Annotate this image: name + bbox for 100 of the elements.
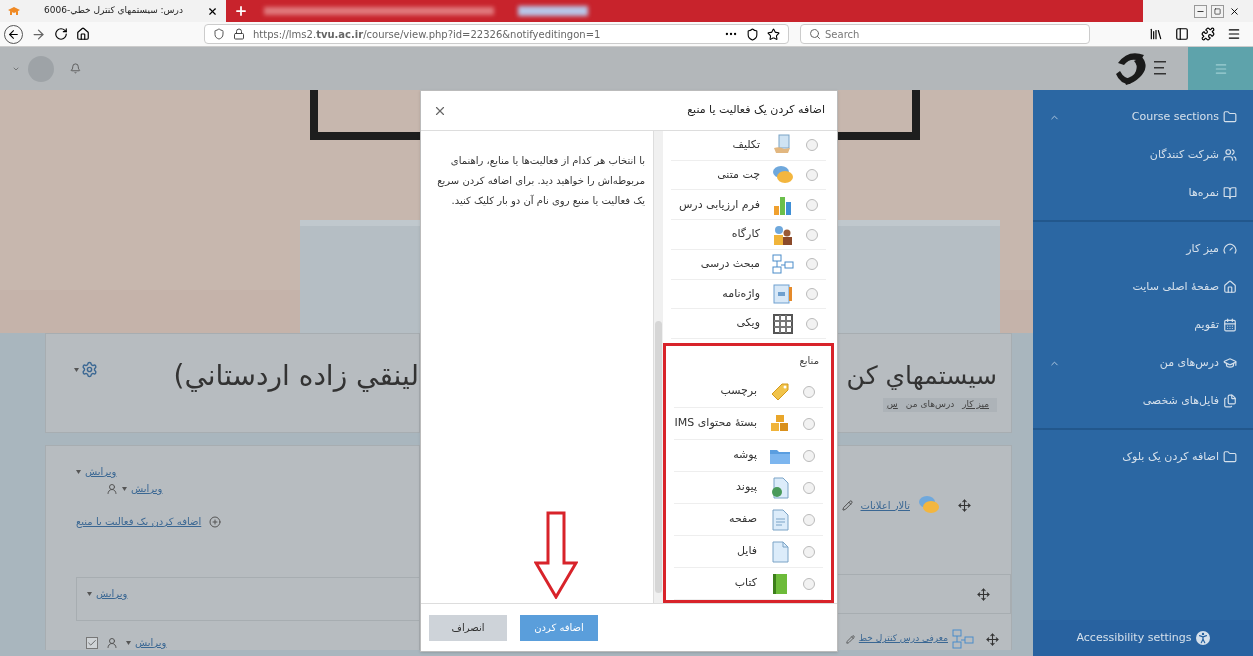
puzzle-icon[interactable] [1201, 27, 1215, 41]
option-label[interactable]: واژه‌نامه [722, 285, 760, 303]
section-heading: منابع [799, 354, 820, 369]
option-label[interactable]: پوشه [733, 447, 757, 464]
url-field[interactable]: https://lms2.tvu.ac.ir/course/view.php?id=22326&notifyeditingon=1 [204, 24, 789, 44]
user-icon [106, 482, 118, 495]
move-icon[interactable] [986, 632, 999, 646]
new-tab-icon[interactable] [234, 4, 248, 18]
user-icon [106, 636, 118, 649]
option-label[interactable]: مبحث درسی [700, 256, 760, 273]
accessibility-bar[interactable]: Accessibility settings [1033, 620, 1253, 656]
shield-icon[interactable] [746, 27, 759, 41]
reload-icon[interactable] [54, 27, 68, 41]
folder-icon [1223, 110, 1237, 124]
dialog-title: اضافه کردن یک فعالیت یا منبع [687, 102, 825, 119]
pencil-icon[interactable] [845, 634, 855, 644]
radio-button[interactable] [803, 385, 815, 398]
radio-button[interactable] [803, 513, 815, 526]
caret-icon [74, 367, 79, 372]
radio-button[interactable] [803, 481, 815, 494]
shield-icon [213, 28, 225, 40]
radio-button[interactable] [806, 317, 818, 330]
lock-icon [233, 28, 245, 40]
radio-button[interactable] [803, 577, 815, 590]
home-icon [1223, 280, 1237, 294]
move-icon[interactable] [977, 587, 990, 601]
blurred-tab[interactable] [518, 6, 588, 16]
radio-button[interactable] [806, 228, 818, 241]
radio-button[interactable] [803, 449, 815, 462]
menu-button[interactable] [1188, 47, 1253, 90]
radio-button[interactable] [806, 198, 818, 211]
option-label[interactable]: تکلیف [732, 137, 760, 154]
calendar-icon [1223, 318, 1237, 332]
scrollbar[interactable] [653, 131, 663, 603]
favicon-icon [8, 6, 20, 16]
close-icon[interactable] [207, 5, 218, 17]
option-label[interactable]: کارگاه [731, 226, 760, 243]
radio-button[interactable] [806, 139, 818, 152]
radio-button[interactable] [806, 258, 818, 271]
settings-icon[interactable] [81, 361, 98, 378]
home-icon[interactable] [76, 27, 90, 41]
edit-menu-link[interactable]: ویرایش [131, 481, 163, 496]
star-icon[interactable] [767, 27, 780, 41]
caret-icon [122, 486, 127, 491]
option-label[interactable]: صفحه [729, 511, 757, 528]
option-label[interactable]: برچسب [720, 383, 757, 400]
menu-icon[interactable] [1227, 27, 1241, 41]
tab-title: درس: سيستمهاي كنترل خطي-6006 [44, 4, 183, 18]
cancel-button[interactable]: انصراف [429, 614, 507, 641]
breadcrumb-link[interactable]: س [886, 398, 898, 412]
add-button[interactable]: اضافه کردن [520, 614, 598, 641]
library-icon[interactable] [1149, 27, 1163, 41]
sidebar-item[interactable]: فایل‌های شخصی [1142, 392, 1237, 410]
radio-button[interactable] [803, 417, 815, 430]
pencil-icon[interactable] [841, 499, 853, 511]
people-icon [772, 223, 794, 246]
folder-icon [1223, 450, 1237, 464]
bell-icon[interactable] [70, 63, 81, 74]
forum-link[interactable]: تالار اعلانات [860, 497, 910, 513]
option-label[interactable]: کتاب [734, 575, 757, 592]
caret-icon [76, 469, 81, 474]
search-input[interactable]: Search [825, 26, 1081, 42]
sidebar-item[interactable]: شرکت کنندگان [1149, 146, 1237, 164]
sidebar-item[interactable]: نمره‌ها [1188, 184, 1237, 202]
activity-link[interactable]: معرفی درس کنترل خط [858, 632, 948, 646]
option-label[interactable]: فایل [737, 543, 757, 560]
forward-icon[interactable] [31, 26, 46, 42]
option-label[interactable]: فرم ارزیابی درس [678, 196, 760, 214]
option-label[interactable]: بستهٔ محتوای IMS [674, 415, 757, 432]
radio-button[interactable] [806, 169, 818, 182]
sidebar-item[interactable]: صفحهٔ اصلی سایت [1132, 278, 1237, 296]
search-field[interactable]: Search [800, 24, 1090, 44]
option-label[interactable]: چت متنی [717, 166, 760, 184]
option-label[interactable]: ویکی [736, 315, 760, 332]
radio-button[interactable] [803, 545, 815, 558]
add-icon[interactable] [209, 515, 222, 528]
browser-tab[interactable]: درس: سيستمهاي كنترل خطي-6006 [0, 0, 226, 22]
edit-menu-link[interactable]: ویرایش [135, 635, 167, 650]
radio-button[interactable] [806, 287, 818, 300]
course-title: سيستمهاي كن [846, 360, 997, 392]
sidebar-item[interactable]: Course sections [1131, 108, 1237, 126]
minimize-icon[interactable] [1194, 4, 1207, 18]
edit-menu-link[interactable]: ویرایش [96, 586, 128, 601]
puzzle-grid-icon [772, 312, 794, 335]
add-activity-link[interactable]: اضافه کردن یک فعالیت یا منبع [76, 514, 202, 529]
check-icon [87, 637, 97, 648]
checkbox[interactable] [86, 636, 98, 649]
sidebar-item[interactable]: تقویم [1194, 316, 1237, 334]
sidebar-item[interactable]: اضافه کردن یک بلوک [1122, 448, 1237, 466]
sidebar-item[interactable]: میز کار [1186, 240, 1237, 258]
breadcrumb-link[interactable]: ميز كار [962, 398, 989, 412]
edit-menu-link[interactable]: ویرایش [85, 464, 117, 479]
menu-icon [1213, 61, 1228, 76]
sidebar-icon[interactable] [1175, 27, 1189, 41]
caret-icon [126, 640, 131, 645]
sidebar-item[interactable]: درس‌های من [1159, 354, 1237, 372]
blurred-tab[interactable] [264, 7, 494, 15]
option-label[interactable]: پیوند [736, 479, 757, 496]
move-icon[interactable] [958, 498, 971, 512]
gauge-icon [1223, 242, 1237, 256]
